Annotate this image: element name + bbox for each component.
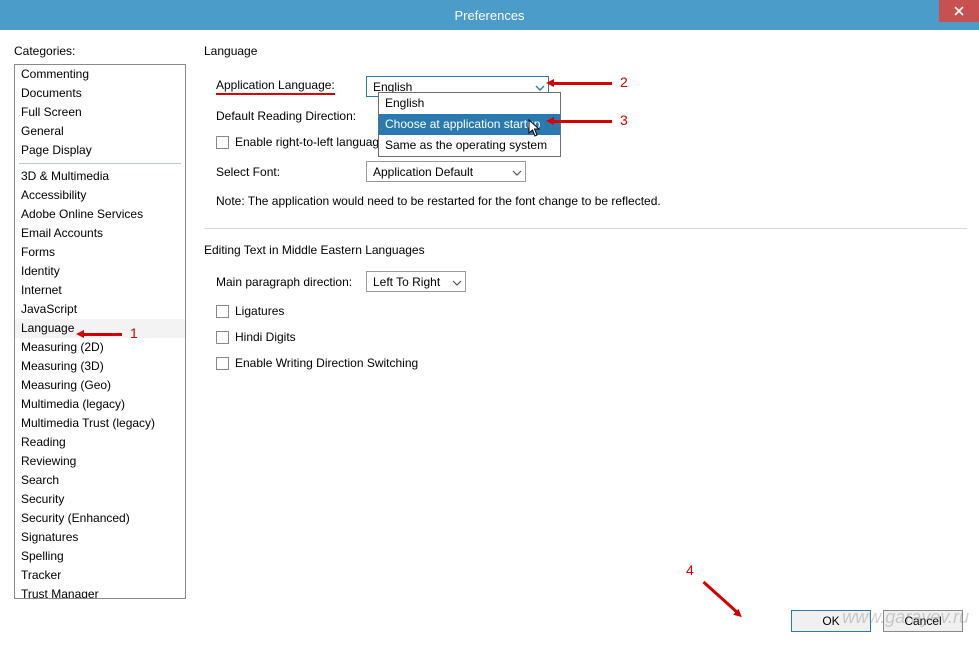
window-title: Preferences — [454, 8, 524, 23]
category-item[interactable]: Accessibility — [15, 186, 185, 205]
chevron-down-icon — [452, 275, 462, 289]
category-item[interactable]: Tracker — [15, 566, 185, 585]
section-separator — [204, 228, 967, 229]
categories-label: Categories: — [14, 44, 186, 58]
reading-direction-label: Default Reading Direction: — [216, 109, 366, 123]
category-item[interactable]: Spelling — [15, 547, 185, 566]
writing-direction-checkbox[interactable] — [216, 357, 229, 370]
category-item[interactable]: Documents — [15, 84, 185, 103]
cancel-button[interactable]: Cancel — [883, 610, 963, 632]
writing-direction-label: Enable Writing Direction Switching — [235, 356, 418, 370]
select-font-combo[interactable]: Application Default — [366, 161, 526, 182]
paragraph-direction-value: Left To Right — [373, 275, 440, 289]
hindi-digits-checkbox-row[interactable]: Hindi Digits — [204, 330, 967, 344]
dropdown-item[interactable]: English — [379, 93, 560, 114]
rtl-checkbox[interactable] — [216, 136, 229, 149]
category-item[interactable]: Trust Manager — [15, 585, 185, 599]
hindi-digits-label: Hindi Digits — [235, 330, 296, 344]
app-language-dropdown[interactable]: EnglishChoose at application startupSame… — [378, 92, 561, 157]
app-language-label: Application Language: — [216, 78, 366, 95]
category-item[interactable]: Email Accounts — [15, 224, 185, 243]
category-item[interactable]: Identity — [15, 262, 185, 281]
category-item[interactable]: General — [15, 122, 185, 141]
category-item[interactable]: Reading — [15, 433, 185, 452]
category-item[interactable]: Multimedia (legacy) — [15, 395, 185, 414]
ligatures-label: Ligatures — [235, 304, 284, 318]
category-item[interactable]: Adobe Online Services — [15, 205, 185, 224]
titlebar: Preferences — [0, 0, 979, 30]
category-item[interactable]: Search — [15, 471, 185, 490]
dropdown-item[interactable]: Same as the operating system — [379, 135, 560, 156]
rtl-checkbox-row[interactable]: Enable right-to-left language options — [204, 135, 967, 149]
writing-direction-checkbox-row[interactable]: Enable Writing Direction Switching — [204, 356, 967, 370]
category-item[interactable]: 3D & Multimedia — [15, 167, 185, 186]
ligatures-checkbox-row[interactable]: Ligatures — [204, 304, 967, 318]
paragraph-direction-combo[interactable]: Left To Right — [366, 271, 466, 292]
ligatures-checkbox[interactable] — [216, 305, 229, 318]
category-item[interactable]: Full Screen — [15, 103, 185, 122]
ok-button[interactable]: OK — [791, 610, 871, 632]
category-item[interactable]: Page Display — [15, 141, 185, 160]
category-item[interactable]: JavaScript — [15, 300, 185, 319]
category-item[interactable]: Security — [15, 490, 185, 509]
category-separator — [19, 163, 181, 164]
font-restart-note: Note: The application would need to be r… — [204, 194, 967, 208]
category-item[interactable]: Internet — [15, 281, 185, 300]
category-item[interactable]: Commenting — [15, 65, 185, 84]
section-middle-eastern-title: Editing Text in Middle Eastern Languages — [204, 243, 967, 257]
category-item[interactable]: Measuring (2D) — [15, 338, 185, 357]
categories-list[interactable]: CommentingDocumentsFull ScreenGeneralPag… — [14, 64, 186, 599]
category-item[interactable]: Signatures — [15, 528, 185, 547]
category-item[interactable]: Forms — [15, 243, 185, 262]
close-button[interactable] — [939, 0, 979, 22]
category-item[interactable]: Multimedia Trust (legacy) — [15, 414, 185, 433]
close-icon — [954, 3, 964, 19]
dropdown-item[interactable]: Choose at application startup — [379, 114, 560, 135]
category-item[interactable]: Measuring (3D) — [15, 357, 185, 376]
category-item[interactable]: Reviewing — [15, 452, 185, 471]
select-font-label: Select Font: — [216, 165, 366, 179]
category-item[interactable]: Security (Enhanced) — [15, 509, 185, 528]
hindi-digits-checkbox[interactable] — [216, 331, 229, 344]
category-item[interactable]: Measuring (Geo) — [15, 376, 185, 395]
chevron-down-icon — [512, 165, 522, 179]
paragraph-direction-label: Main paragraph direction: — [216, 275, 366, 289]
section-language-title: Language — [204, 44, 967, 58]
category-item[interactable]: Language — [15, 319, 185, 338]
select-font-value: Application Default — [373, 165, 473, 179]
